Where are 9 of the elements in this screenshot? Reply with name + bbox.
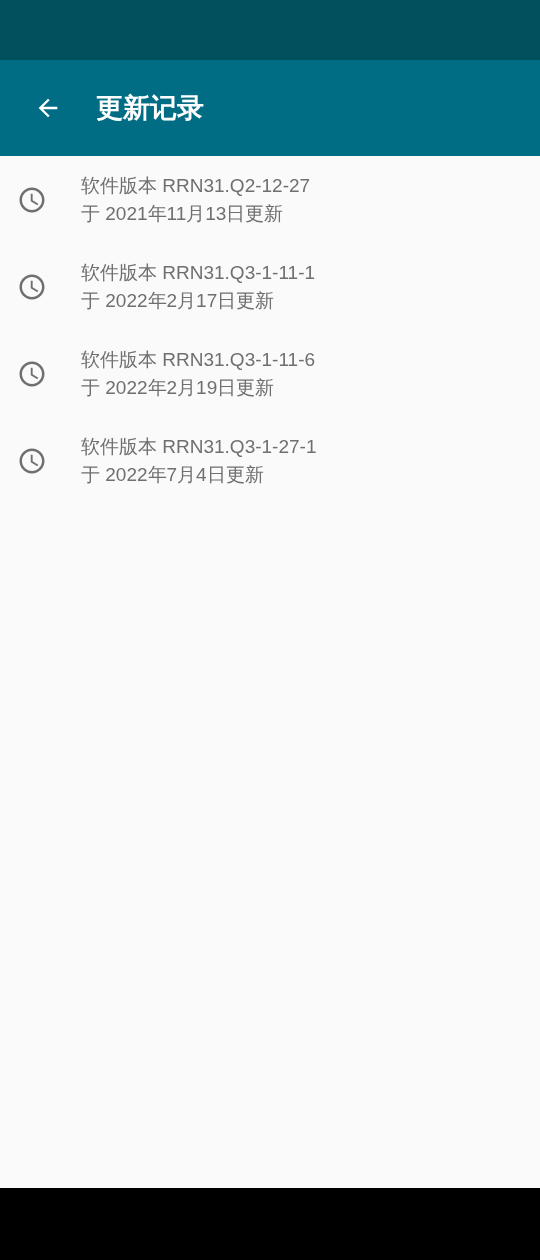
update-date: 于 2022年2月17日更新: [81, 288, 276, 313]
version-text: 软件版本 RRN31.Q3-1-11-6: [81, 347, 316, 372]
version-text: 软件版本 RRN31.Q3-1-11-1: [81, 260, 316, 285]
version-text: 软件版本 RRN31.Q2-12-27: [81, 173, 311, 198]
update-date: 于 2021年11月13日更新: [81, 201, 285, 226]
update-date: 于 2022年7月4日更新: [81, 462, 265, 487]
version-text: 软件版本 RRN31.Q3-1-27-1: [81, 434, 317, 459]
update-date: 于 2022年2月19日更新: [81, 375, 276, 400]
screen-title: 更新记录: [96, 91, 204, 125]
